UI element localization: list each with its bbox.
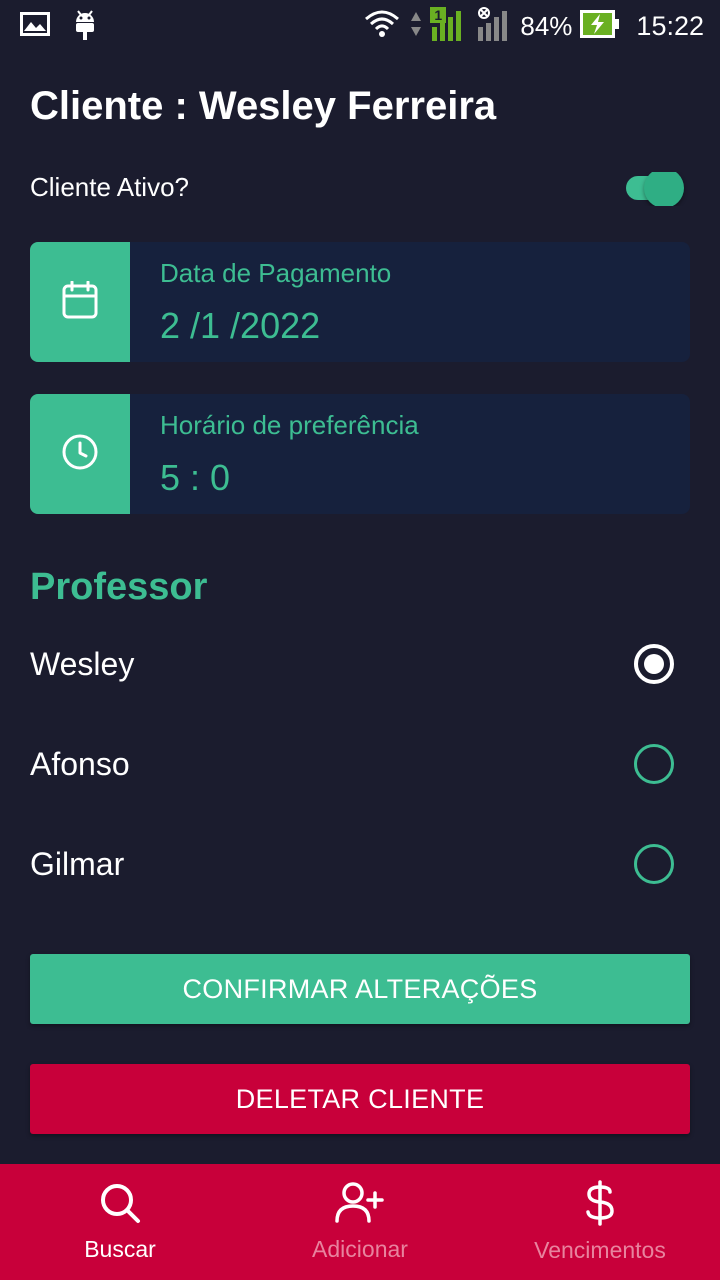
preferred-time-card[interactable]: Horário de preferência 5 : 0 [30, 394, 690, 514]
nav-item-adicionar[interactable]: Adicionar [240, 1164, 480, 1280]
radio-button-selected[interactable] [634, 644, 674, 684]
payment-date-card[interactable]: Data de Pagamento 2 /1 /2022 [30, 242, 690, 362]
professor-option-label: Afonso [30, 745, 130, 782]
nav-item-vencimentos[interactable]: Vencimentos [480, 1164, 720, 1280]
data-arrows-icon [410, 10, 422, 43]
wifi-icon [364, 9, 402, 44]
nav-label-adicionar: Adicionar [312, 1236, 408, 1262]
professor-option-afonso[interactable]: Afonso [30, 734, 690, 794]
calendar-icon [62, 280, 98, 324]
active-toggle-label: Cliente Ativo? [30, 172, 189, 202]
search-icon [98, 1181, 142, 1230]
preferred-time-body: Horário de preferência 5 : 0 [130, 394, 690, 514]
delete-client-button[interactable]: DELETAR CLIENTE [30, 1064, 690, 1134]
payment-date-value: 2 /1 /2022 [160, 305, 321, 346]
clock-icon [61, 433, 99, 476]
bottom-navigation: Buscar Adicionar Vencimentos [0, 1164, 720, 1280]
professor-option-label: Wesley [30, 645, 135, 682]
status-bar: 1 84% 15:22 [0, 0, 720, 52]
payment-date-label: Data de Pagamento [160, 258, 392, 288]
signal-sim2-icon [476, 6, 512, 46]
sim-badge: 1 [434, 6, 443, 23]
page-title: Cliente : Wesley Ferreira [30, 84, 497, 128]
add-user-icon [335, 1181, 385, 1230]
payment-date-icon-box [30, 242, 130, 362]
professor-option-label: Gilmar [30, 845, 125, 882]
gallery-icon [20, 11, 50, 41]
preferred-time-value: 5 : 0 [160, 457, 231, 498]
radio-button[interactable] [634, 744, 674, 784]
professor-option-wesley[interactable]: Wesley [30, 634, 690, 694]
signal-sim1-icon: 1 [430, 6, 468, 46]
active-toggle-thumb[interactable] [644, 168, 684, 206]
nav-label-buscar: Buscar [84, 1236, 156, 1262]
payment-date-body: Data de Pagamento 2 /1 /2022 [130, 242, 690, 362]
preferred-time-icon-box [30, 394, 130, 514]
professor-option-gilmar[interactable]: Gilmar [30, 834, 690, 894]
battery-percent: 84% [520, 10, 573, 41]
confirm-changes-button[interactable]: CONFIRMAR ALTERAÇÕES [30, 954, 690, 1024]
radio-button[interactable] [634, 844, 674, 884]
clock-time: 15:22 [636, 10, 704, 41]
professor-section-title: Professor [30, 566, 208, 608]
nav-label-vencimentos: Vencimentos [534, 1237, 666, 1263]
dollar-icon [584, 1180, 616, 1231]
android-icon [72, 8, 98, 45]
battery-charging-icon [580, 9, 620, 43]
preferred-time-label: Horário de preferência [160, 410, 419, 440]
nav-item-buscar[interactable]: Buscar [0, 1164, 240, 1280]
